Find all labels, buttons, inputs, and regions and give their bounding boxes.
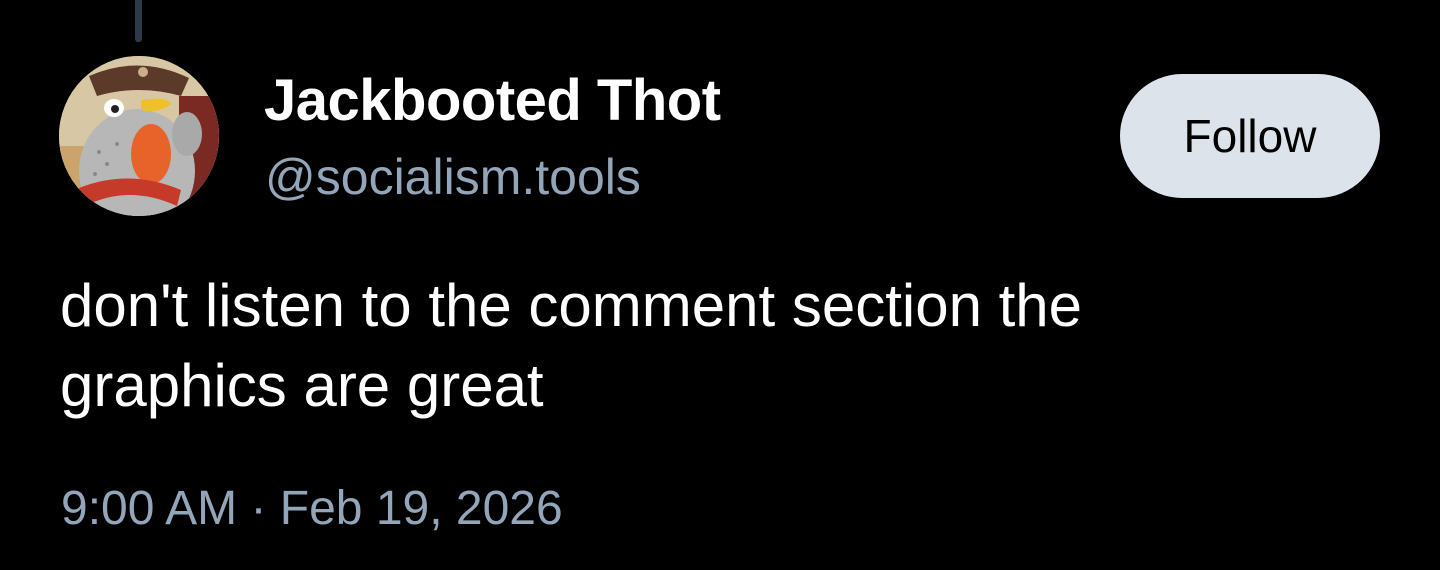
post-timestamp[interactable]: 9:00 AM · Feb 19, 2026 bbox=[61, 478, 563, 540]
post-time: 9:00 AM bbox=[61, 482, 238, 535]
timestamp-separator: · bbox=[250, 482, 267, 535]
follow-button[interactable]: Follow bbox=[1120, 74, 1380, 198]
author-handle[interactable]: @socialism.tools bbox=[265, 146, 641, 208]
post-text: don't listen to the comment section the … bbox=[60, 266, 1360, 426]
author-display-name[interactable]: Jackbooted Thot bbox=[264, 66, 721, 136]
penguin-cowboy-avatar-icon bbox=[59, 56, 219, 216]
post-date: Feb 19, 2026 bbox=[279, 482, 563, 535]
avatar[interactable] bbox=[59, 56, 219, 216]
post-text-line: don't listen to the comment section the bbox=[60, 272, 1083, 339]
post-card: Jackbooted Thot @socialism.tools Follow … bbox=[0, 0, 1440, 570]
post-text-line: graphics are great bbox=[60, 352, 544, 419]
